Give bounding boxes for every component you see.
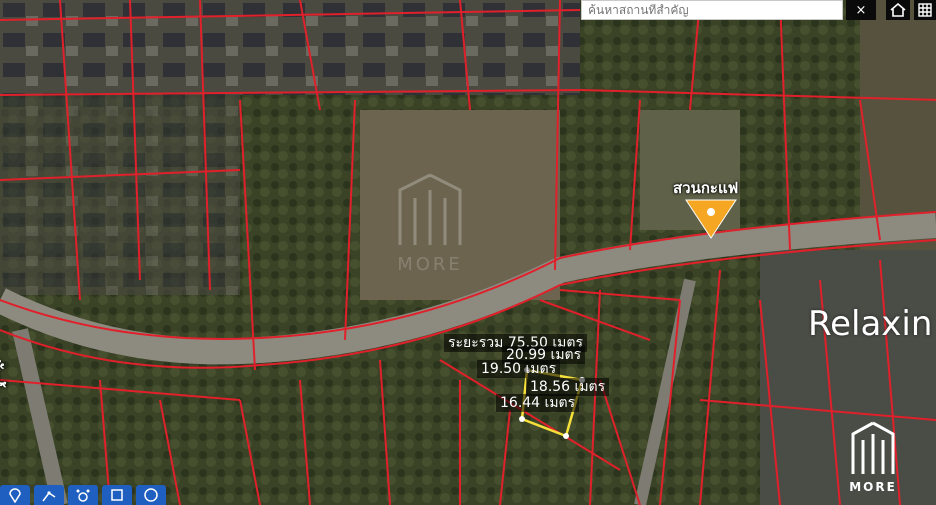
brand-name: MORE bbox=[849, 480, 897, 494]
place-label-coffee-garden[interactable]: สวนกะแฟ bbox=[673, 176, 738, 200]
brand-logo: MORE bbox=[848, 420, 898, 494]
drawing-toolbar bbox=[0, 485, 166, 505]
search-box[interactable] bbox=[581, 0, 843, 20]
close-button[interactable]: × bbox=[846, 0, 876, 20]
watermark: MORE bbox=[395, 170, 465, 275]
grid-icon bbox=[918, 3, 932, 17]
map-canvas[interactable] bbox=[0, 0, 936, 505]
home-button[interactable] bbox=[886, 0, 910, 20]
search-input[interactable] bbox=[588, 3, 836, 17]
pet-tool-button[interactable] bbox=[68, 485, 98, 505]
place-label-relax[interactable]: Relaxin bbox=[808, 304, 932, 344]
grid-button[interactable] bbox=[914, 0, 936, 20]
brand-logo-icon bbox=[851, 421, 895, 474]
measure-side-d-label: 16.44 เมตร bbox=[496, 394, 580, 412]
pin-icon bbox=[9, 488, 21, 503]
watermark-text: MORE bbox=[397, 254, 463, 275]
watermark-logo-icon bbox=[398, 173, 462, 245]
circle-icon bbox=[144, 488, 158, 502]
pet-icon bbox=[76, 489, 90, 502]
close-icon: × bbox=[855, 2, 867, 18]
circle-tool-button[interactable] bbox=[136, 485, 166, 505]
pin-tool-button[interactable] bbox=[0, 485, 30, 505]
square-tool-button[interactable] bbox=[102, 485, 132, 505]
home-icon bbox=[890, 3, 906, 17]
measure-line-tool-button[interactable] bbox=[34, 485, 64, 505]
measure-line-icon bbox=[42, 491, 56, 502]
square-icon bbox=[111, 489, 123, 501]
measure-side-b-label: 19.50 เมตร bbox=[477, 360, 561, 378]
